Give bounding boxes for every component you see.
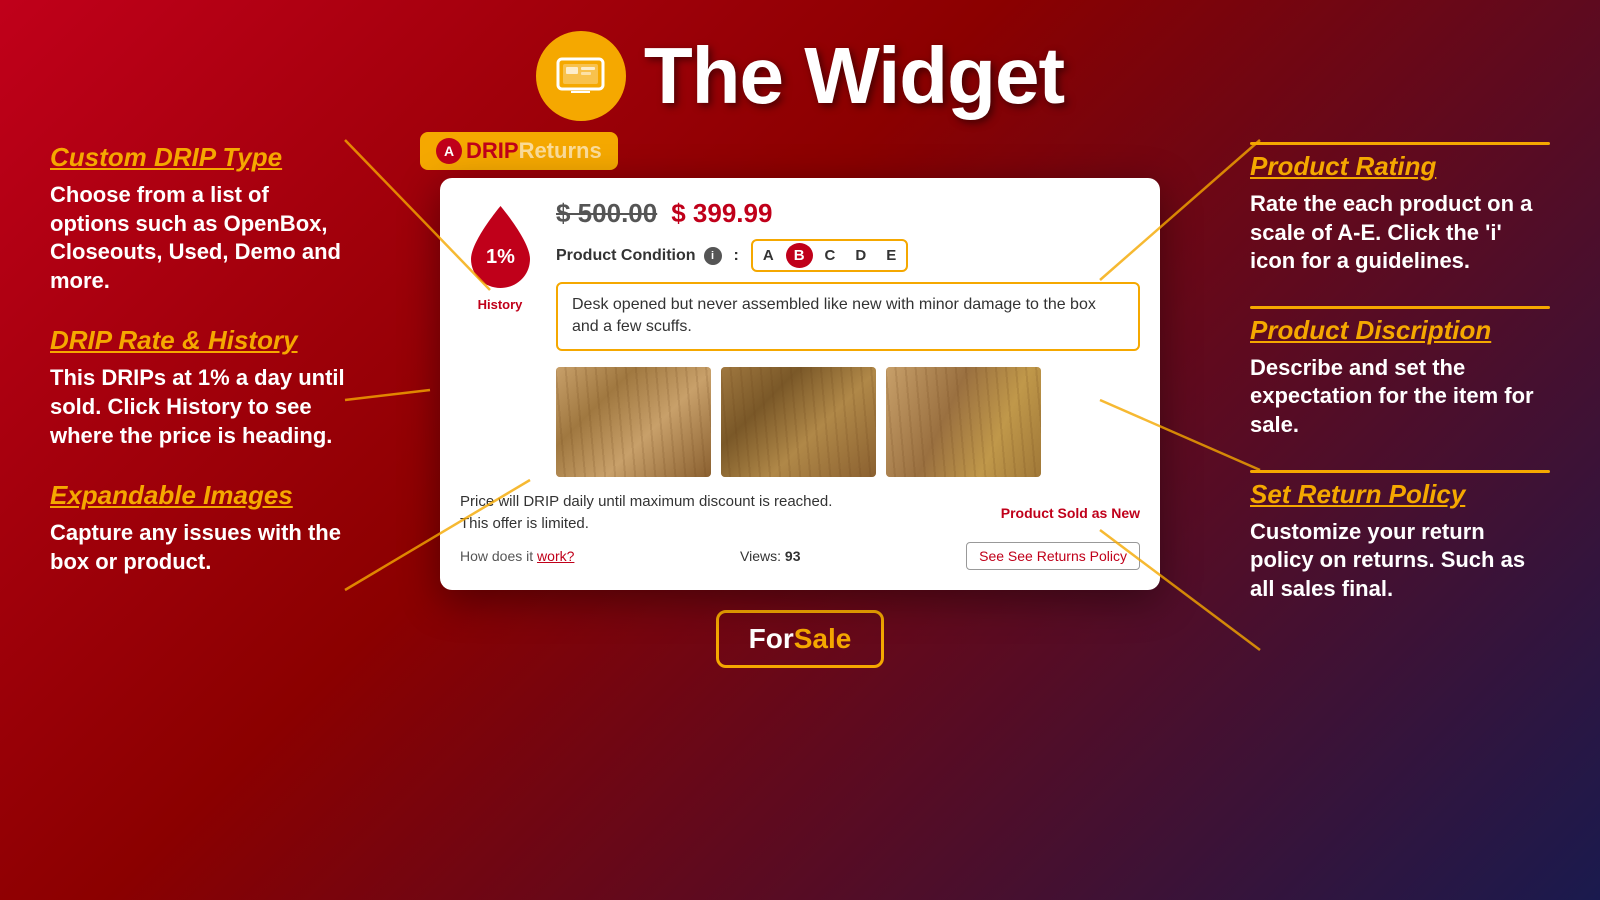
feature-custom-drip-type: Custom DRIP Type Choose from a list of o… xyxy=(50,142,350,295)
set-return-policy-title: Set Return Policy xyxy=(1250,479,1550,510)
views-count: 93 xyxy=(785,548,801,564)
content-area: Custom DRIP Type Choose from a list of o… xyxy=(0,132,1600,882)
offer-limited-text: This offer is limited. xyxy=(460,513,993,536)
drip-info-text: Price will DRIP daily until maximum disc… xyxy=(460,491,993,514)
price-section: $ 500.00 $ 399.99 Product Condition i : … xyxy=(556,198,1140,351)
for-sale-badge: ForSale xyxy=(716,610,885,668)
returns-see: See xyxy=(979,548,1008,564)
prices: $ 500.00 $ 399.99 xyxy=(556,198,1140,229)
sale-part: Sale xyxy=(794,623,852,654)
see-returns-policy-button[interactable]: See See Returns Policy xyxy=(966,542,1140,570)
grade-b[interactable]: B xyxy=(786,243,813,268)
drip-logo-a-badge: A xyxy=(436,138,462,164)
set-return-policy-divider xyxy=(1250,470,1550,473)
drip-rate-history-title: DRIP Rate & History xyxy=(50,325,350,356)
custom-drip-type-title: Custom DRIP Type xyxy=(50,142,350,173)
for-part: For xyxy=(749,623,794,654)
drop-container: 1% History xyxy=(460,198,540,351)
feature-set-return-policy: Set Return Policy Customize your return … xyxy=(1250,470,1550,604)
history-link[interactable]: History xyxy=(478,297,523,312)
grade-a[interactable]: A xyxy=(753,243,784,268)
drip-logo-text: DRIPReturns xyxy=(466,138,602,164)
expandable-images-title: Expandable Images xyxy=(50,480,350,511)
how-link-text: How does it xyxy=(460,548,537,564)
product-images-row xyxy=(556,367,1140,477)
wood-texture-2 xyxy=(721,367,876,477)
condition-colon: : xyxy=(734,247,739,265)
drip-part: DRIP xyxy=(466,138,519,163)
product-image-1[interactable] xyxy=(556,367,711,477)
widget-top: 1% History $ 500.00 $ 399.99 Product Con… xyxy=(460,198,1140,351)
condition-row: Product Condition i : A B C D E xyxy=(556,239,1140,272)
grade-d[interactable]: D xyxy=(845,243,876,268)
widget-bottom: Price will DRIP daily until maximum disc… xyxy=(460,491,1140,536)
how-link-anchor[interactable]: work? xyxy=(537,548,574,564)
product-description-desc: Describe and set the expectation for the… xyxy=(1250,354,1550,440)
drip-rate-history-desc: This DRIPs at 1% a day until sold. Click… xyxy=(50,364,350,450)
for-sale-text: ForSale xyxy=(749,623,852,655)
product-description-title: Product Discription xyxy=(1250,315,1550,346)
sale-price: $ 399.99 xyxy=(671,198,772,229)
drip-logo-bar: A DRIPReturns xyxy=(420,132,618,170)
sold-as-new-badge: Product Sold as New xyxy=(1001,505,1140,521)
returns-label: See Returns Policy xyxy=(1008,548,1127,564)
expandable-images-desc: Capture any issues with the box or produ… xyxy=(50,519,350,576)
set-return-policy-desc: Customize your return policy on returns.… xyxy=(1250,518,1550,604)
product-image-2[interactable] xyxy=(721,367,876,477)
returns-part: Returns xyxy=(519,138,602,163)
page-title: The Widget xyxy=(644,30,1064,122)
widget-card: 1% History $ 500.00 $ 399.99 Product Con… xyxy=(440,178,1160,590)
drip-info-block: Price will DRIP daily until maximum disc… xyxy=(460,491,993,536)
drop-icon: 1% xyxy=(460,198,540,293)
header: The Widget xyxy=(0,0,1600,132)
product-rating-divider xyxy=(1250,142,1550,145)
svg-text:1%: 1% xyxy=(486,246,515,268)
product-rating-title: Product Rating xyxy=(1250,151,1550,182)
center-column: A DRIPReturns 1% History xyxy=(370,132,1230,882)
feature-product-description: Product Discription Describe and set the… xyxy=(1250,306,1550,440)
right-column: Product Rating Rate the each product on … xyxy=(1230,132,1570,882)
left-column: Custom DRIP Type Choose from a list of o… xyxy=(30,132,370,882)
product-image-3[interactable] xyxy=(886,367,1041,477)
condition-label: Product Condition xyxy=(556,247,696,265)
how-link: How does it work? xyxy=(460,548,574,564)
feature-expandable-images: Expandable Images Capture any issues wit… xyxy=(50,480,350,576)
custom-drip-type-desc: Choose from a list of options such as Op… xyxy=(50,181,350,295)
views-label: Views: xyxy=(740,548,781,564)
logo-icon xyxy=(536,31,626,121)
feature-product-rating: Product Rating Rate the each product on … xyxy=(1250,142,1550,276)
product-rating-desc: Rate the each product on a scale of A-E.… xyxy=(1250,190,1550,276)
feature-drip-rate-history: DRIP Rate & History This DRIPs at 1% a d… xyxy=(50,325,350,450)
condition-grades: A B C D E xyxy=(751,239,908,272)
views-text: Views: 93 xyxy=(740,548,800,564)
original-price: $ 500.00 xyxy=(556,198,657,229)
grade-e[interactable]: E xyxy=(876,243,906,268)
product-description-box[interactable]: Desk opened but never assembled like new… xyxy=(556,282,1140,351)
grade-c[interactable]: C xyxy=(815,243,846,268)
wood-texture-1 xyxy=(556,367,711,477)
product-description-divider xyxy=(1250,306,1550,309)
widget-bottom-row2: How does it work? Views: 93 See See Retu… xyxy=(460,542,1140,570)
wood-texture-3 xyxy=(886,367,1041,477)
info-icon[interactable]: i xyxy=(704,247,722,265)
